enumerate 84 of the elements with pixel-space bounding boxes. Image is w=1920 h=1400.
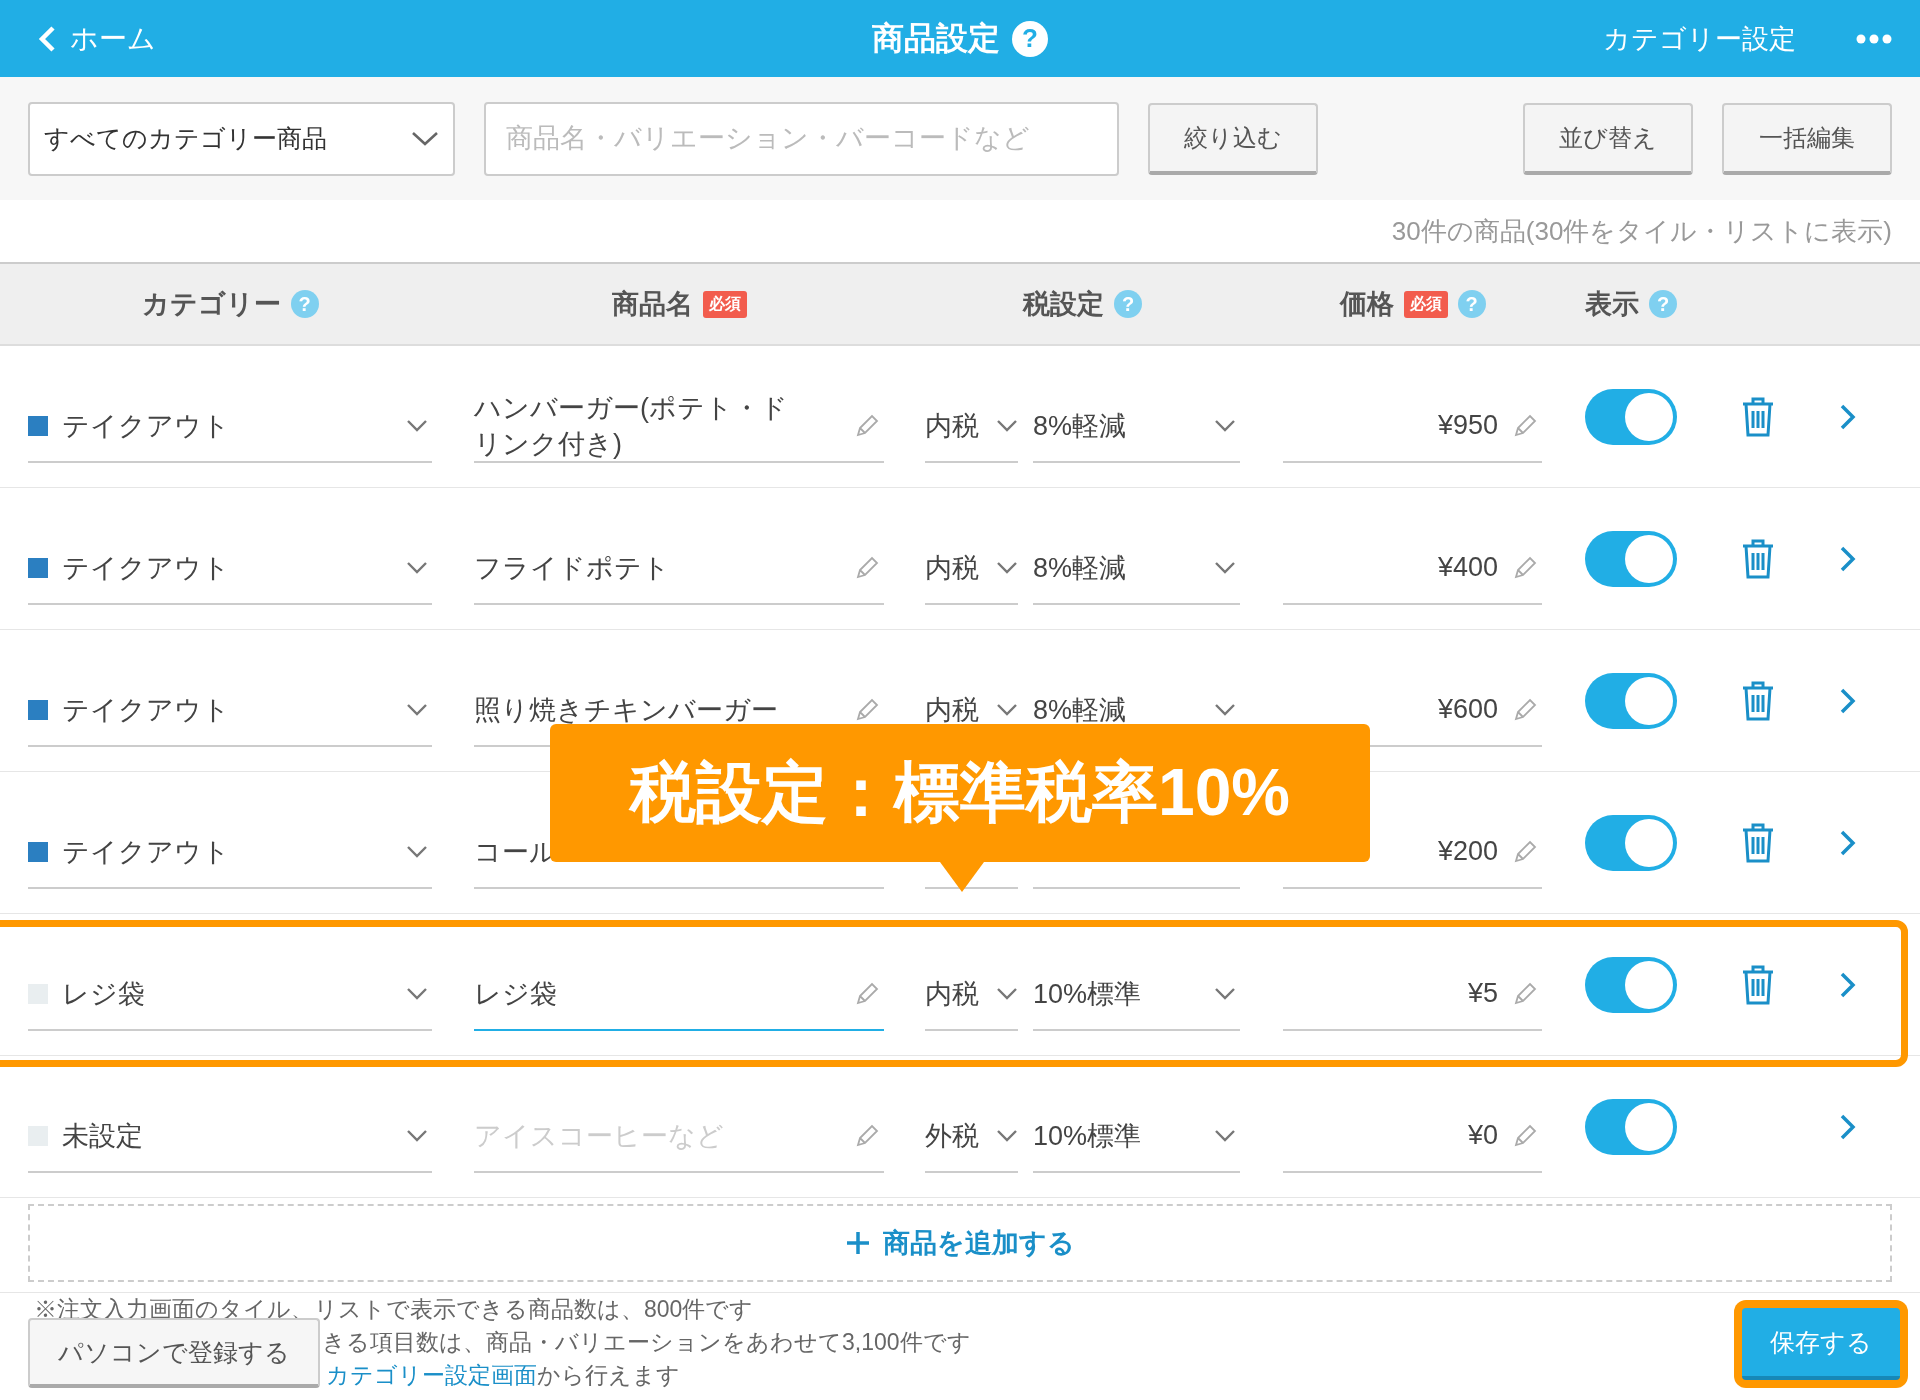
search-field[interactable]: 商品名・バリエーション・バーコードなど — [484, 101, 1119, 176]
price-field[interactable]: ¥0 — [1283, 1100, 1542, 1173]
category-dropdown[interactable]: テイクアウト — [28, 390, 432, 463]
tax-type-dropdown[interactable]: 内税 — [925, 532, 1018, 605]
trash-icon[interactable] — [1740, 537, 1776, 580]
pencil-icon — [1512, 1122, 1538, 1149]
chevron-down-icon — [1214, 1128, 1236, 1143]
product-count: 30件の商品(30件をタイル・リストに表示) — [1391, 214, 1892, 248]
category-dropdown[interactable]: テイクアウト — [28, 816, 432, 889]
chevron-down-icon — [996, 1128, 1018, 1143]
pencil-icon — [1512, 838, 1538, 865]
trash-icon[interactable] — [1740, 821, 1776, 864]
category-dropdown[interactable]: 未設定 — [28, 1100, 432, 1173]
callout-pointer — [940, 862, 984, 892]
chevron-right-icon[interactable] — [1839, 1112, 1857, 1141]
product-name-field[interactable]: フライドポテト — [474, 532, 884, 605]
chevron-down-icon — [406, 702, 428, 717]
chevron-right-icon[interactable] — [1839, 402, 1857, 431]
note-text: きる項目数は、商品・バリエーションをあわせて3,100件です — [322, 1329, 971, 1355]
callout-tooltip: 税設定：標準税率10% — [550, 724, 1370, 862]
required-badge: 必須 — [1403, 290, 1448, 318]
tax-rate-dropdown[interactable]: 8%軽減 — [1033, 532, 1240, 605]
chevron-right-icon[interactable] — [1839, 686, 1857, 715]
pencil-icon — [854, 554, 880, 581]
trash-icon[interactable] — [1740, 395, 1776, 438]
chevron-down-icon — [996, 418, 1018, 433]
column-header: 価格 — [1339, 288, 1394, 321]
pencil-icon — [1512, 696, 1538, 723]
chevron-down-icon — [1214, 560, 1236, 575]
trash-icon[interactable] — [1740, 963, 1776, 1006]
chevron-down-icon — [996, 986, 1018, 1001]
category-dropdown[interactable]: テイクアウト — [28, 532, 432, 605]
chevron-down-icon — [406, 560, 428, 575]
required-badge: 必須 — [702, 290, 747, 318]
tax-type-dropdown[interactable]: 外税 — [925, 1100, 1018, 1173]
register-on-pc-button[interactable]: パソコンで登録する — [28, 1318, 320, 1388]
column-header: カテゴリー — [141, 288, 281, 321]
column-header: 表示 — [1585, 288, 1639, 321]
pencil-icon — [1512, 554, 1538, 581]
add-product-button[interactable]: 商品を追加する — [28, 1204, 1892, 1282]
category-dropdown[interactable]: テイクアウト — [28, 674, 432, 747]
back-chevron-icon — [38, 24, 56, 53]
menu-icon[interactable] — [1856, 33, 1892, 44]
trash-icon[interactable] — [1740, 679, 1776, 722]
product-name-field[interactable]: レジ袋 — [474, 958, 884, 1031]
product-name-field[interactable]: ハンバーガー(ポテト・ドリンク付き) — [474, 390, 884, 463]
chevron-right-icon[interactable] — [1839, 828, 1857, 857]
chevron-right-icon[interactable] — [1839, 544, 1857, 573]
column-header: 商品名 — [611, 288, 693, 321]
column-header: 税設定 — [1023, 288, 1104, 321]
pencil-icon — [1512, 980, 1538, 1007]
price-field[interactable]: ¥5 — [1283, 958, 1542, 1031]
sort-button[interactable]: 並び替え — [1523, 102, 1693, 175]
chevron-down-icon — [406, 986, 428, 1001]
chevron-down-icon — [411, 130, 439, 147]
tax-type-dropdown[interactable]: 内税 — [925, 390, 1018, 463]
category-dropdown[interactable]: すべてのカテゴリー商品 — [28, 101, 455, 176]
chevron-down-icon — [1214, 418, 1236, 433]
chevron-down-icon — [1214, 986, 1236, 1001]
pencil-icon — [854, 696, 880, 723]
chevron-down-icon — [406, 418, 428, 433]
page-title: 商品設定 — [872, 18, 1000, 58]
chevron-down-icon — [996, 560, 1018, 575]
chevron-down-icon — [406, 844, 428, 859]
chevron-right-icon[interactable] — [1839, 970, 1857, 999]
price-field[interactable]: ¥400 — [1283, 532, 1542, 605]
price-field[interactable]: ¥950 — [1283, 390, 1542, 463]
category-dropdown[interactable]: レジ袋 — [28, 958, 432, 1031]
plus-icon — [845, 1230, 871, 1256]
settings-link[interactable]: カテゴリー設定画面 — [326, 1362, 537, 1388]
tax-rate-dropdown[interactable]: 10%標準 — [1033, 1100, 1240, 1173]
pencil-icon — [854, 980, 880, 1007]
filter-button[interactable]: 絞り込む — [1148, 102, 1318, 175]
chevron-down-icon — [1214, 702, 1236, 717]
tax-rate-dropdown[interactable]: 10%標準 — [1033, 958, 1240, 1031]
tax-type-dropdown[interactable]: 内税 — [925, 958, 1018, 1031]
pencil-icon — [854, 412, 880, 439]
note-text: から行えます — [537, 1362, 680, 1388]
pencil-icon — [1512, 412, 1538, 439]
bulk-edit-button[interactable]: 一括編集 — [1722, 102, 1892, 175]
tax-rate-dropdown[interactable]: 8%軽減 — [1033, 390, 1240, 463]
chevron-down-icon — [406, 1128, 428, 1143]
chevron-down-icon — [996, 702, 1018, 717]
pencil-icon — [854, 1122, 880, 1149]
